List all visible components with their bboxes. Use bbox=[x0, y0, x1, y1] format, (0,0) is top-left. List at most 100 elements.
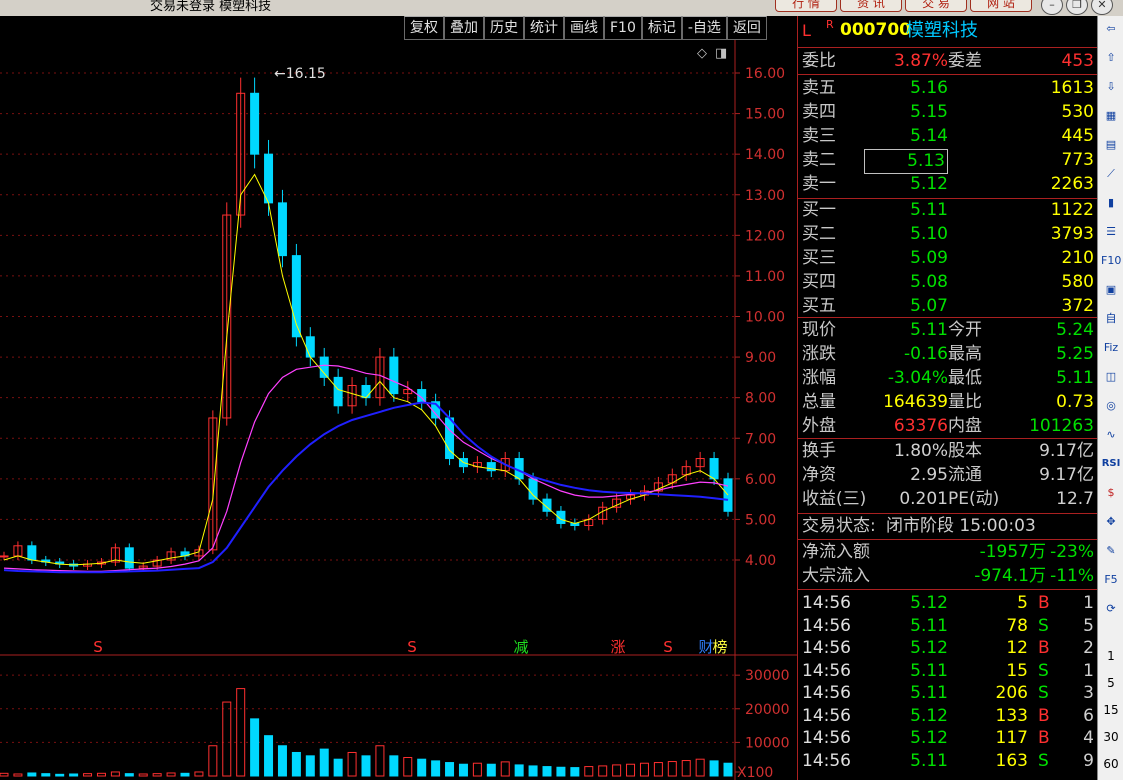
tick-row: 14:56 5.11 163 S 9 bbox=[798, 750, 1098, 772]
ask-price: 5.16 bbox=[910, 78, 948, 98]
list-icon[interactable]: ☰ bbox=[1101, 222, 1121, 242]
tick-time: 14:56 bbox=[802, 615, 851, 636]
stat-row: 涨幅 -3.04% 最低 5.11 bbox=[798, 367, 1098, 390]
volume-bar bbox=[291, 751, 301, 777]
tick-side: B bbox=[1038, 728, 1050, 748]
kline-chart[interactable]: 16.00 15.00 14.00 13.00 12.00 11.00 10.00 9.00 8… bbox=[0, 40, 797, 780]
tick-count: 1 bbox=[1083, 660, 1094, 681]
volume-bar bbox=[347, 751, 357, 777]
tick-price: 5.12 bbox=[910, 593, 948, 613]
top-button-trade[interactable]: 交 易 bbox=[905, 0, 967, 12]
tick-count: 2 bbox=[1083, 638, 1094, 658]
period-5[interactable]: 5 bbox=[1101, 673, 1121, 693]
volume-bar bbox=[667, 761, 677, 777]
candle-body bbox=[361, 384, 371, 399]
rsi-icon[interactable]: RSI bbox=[1101, 454, 1121, 474]
event-marker: 涨 bbox=[610, 638, 625, 656]
ask-row: 卖五 5.16 1613 bbox=[798, 77, 1098, 100]
flow-value: -1957万 bbox=[979, 542, 1046, 562]
volume-bar bbox=[723, 762, 733, 777]
fiz-icon[interactable]: Fiz bbox=[1101, 338, 1121, 358]
close-icon[interactable]: ✕ bbox=[1091, 0, 1113, 15]
fund-value: 0.201 bbox=[899, 489, 948, 509]
ask-row: 卖一 5.12 2263 bbox=[798, 173, 1098, 196]
volume-bar bbox=[514, 764, 524, 777]
self-select-icon[interactable]: 自 bbox=[1101, 309, 1121, 329]
file-icon[interactable]: ▣ bbox=[1101, 280, 1121, 300]
tick-price: 5.12 bbox=[910, 638, 948, 658]
period-1[interactable]: 1 bbox=[1101, 646, 1121, 666]
toolbar-f10[interactable]: F10 bbox=[604, 16, 642, 40]
tick-row: 14:56 5.11 78 S 5 bbox=[798, 615, 1098, 637]
ask-label: 卖五 bbox=[802, 78, 836, 98]
bid-row: 买二 5.10 3793 bbox=[798, 223, 1098, 246]
side-toolbar: ⇦ ⇧ ⇩ ▦ ▤ ⟋ ▮ ☰ F10 ▣ 自 Fiz ◫ ◎ ∿ RSI $ ✥ ✎ F5 ⟳ 1 5 15 30 60 bbox=[1097, 16, 1123, 780]
top-button-site[interactable]: 网 站 bbox=[970, 0, 1032, 12]
toolbar-fuquan[interactable]: 复权 bbox=[404, 16, 444, 40]
tick-volume: 5 bbox=[1017, 593, 1028, 613]
f10-icon[interactable]: F10 bbox=[1101, 251, 1121, 271]
tick-time: 14:56 bbox=[802, 728, 851, 748]
period-15[interactable]: 15 bbox=[1101, 700, 1121, 720]
pen-icon[interactable]: ✎ bbox=[1101, 541, 1121, 561]
price-tick-label: 16.00 bbox=[745, 66, 785, 82]
toolbar-zixuan[interactable]: -自选 bbox=[681, 16, 727, 40]
volume-bar bbox=[83, 773, 93, 777]
line-chart-icon[interactable]: ⟋ bbox=[1101, 164, 1121, 184]
toolbar-fanhui[interactable]: 返回 bbox=[726, 16, 767, 40]
minimize-icon[interactable]: – bbox=[1041, 0, 1063, 15]
bid-price: 5.10 bbox=[910, 224, 948, 244]
period-30[interactable]: 30 bbox=[1101, 727, 1121, 747]
f5-icon[interactable]: F5 bbox=[1101, 570, 1121, 590]
top-button-quote[interactable]: 行 情 bbox=[775, 0, 837, 12]
move-icon[interactable]: ✥ bbox=[1101, 512, 1121, 532]
ask-volume: 445 bbox=[1061, 126, 1094, 146]
wave-icon[interactable]: ∿ bbox=[1101, 425, 1121, 445]
candle-body bbox=[389, 356, 399, 395]
toolbar-lishi[interactable]: 历史 bbox=[484, 16, 524, 40]
volume-bar bbox=[96, 772, 106, 777]
toolbar-biaoji[interactable]: 标记 bbox=[641, 16, 682, 40]
refresh-icon[interactable]: ⟳ bbox=[1101, 599, 1121, 619]
volume-bar bbox=[222, 701, 232, 777]
volume-bar bbox=[486, 763, 496, 777]
arrow-up-icon[interactable]: ⇧ bbox=[1101, 48, 1121, 68]
trade-status-row: 交易状态: 闭市阶段 15:00:03 bbox=[798, 515, 1098, 538]
toolbar-huaxian[interactable]: 画线 bbox=[564, 16, 604, 40]
panel-icon: ◨ bbox=[715, 46, 727, 61]
tick-count: 1 bbox=[1083, 593, 1094, 613]
grid-icon[interactable]: ▤ bbox=[1101, 135, 1121, 155]
volume-bar bbox=[584, 766, 594, 777]
dollar-icon[interactable]: $ bbox=[1101, 483, 1121, 503]
ask-price: 5.14 bbox=[910, 126, 948, 146]
cap-icon[interactable]: ◫ bbox=[1101, 367, 1121, 387]
tick-side: S bbox=[1038, 615, 1049, 636]
toolbar-tongji[interactable]: 统计 bbox=[524, 16, 564, 40]
period-60[interactable]: 60 bbox=[1101, 754, 1121, 774]
stat-value: 63376 bbox=[893, 416, 948, 436]
volume-bar bbox=[542, 766, 552, 777]
ask-label: 卖三 bbox=[802, 126, 836, 146]
ask-label: 卖一 bbox=[802, 174, 836, 194]
candle-icon[interactable]: ▮ bbox=[1101, 193, 1121, 213]
top-button-news[interactable]: 资 讯 bbox=[840, 0, 902, 12]
fund-value-2: 12.7 bbox=[1056, 489, 1094, 509]
toolbar-diejia[interactable]: 叠加 bbox=[444, 16, 484, 40]
volume-bar bbox=[124, 773, 134, 777]
restore-icon[interactable]: ❐ bbox=[1066, 0, 1088, 15]
circle-icon[interactable]: ◎ bbox=[1101, 396, 1121, 416]
ask-row: 卖三 5.14 445 bbox=[798, 125, 1098, 148]
tick-price: 5.12 bbox=[910, 705, 948, 726]
arrow-left-icon[interactable]: ⇦ bbox=[1101, 19, 1121, 39]
price-tick-label: 4.00 bbox=[745, 553, 776, 569]
volume-bar bbox=[138, 773, 148, 777]
calc-icon[interactable]: ▦ bbox=[1101, 106, 1121, 126]
volume-tick-label: X100 bbox=[737, 765, 773, 780]
diamond-icon: ◇ bbox=[697, 46, 707, 61]
tick-count: 6 bbox=[1083, 705, 1094, 726]
volume-bar bbox=[458, 763, 468, 777]
bid-row: 买四 5.08 580 bbox=[798, 271, 1098, 294]
arrow-down-icon[interactable]: ⇩ bbox=[1101, 77, 1121, 97]
weibi-row: 委比 3.87% 委差 453 bbox=[798, 50, 1098, 73]
tick-side: S bbox=[1038, 750, 1049, 771]
